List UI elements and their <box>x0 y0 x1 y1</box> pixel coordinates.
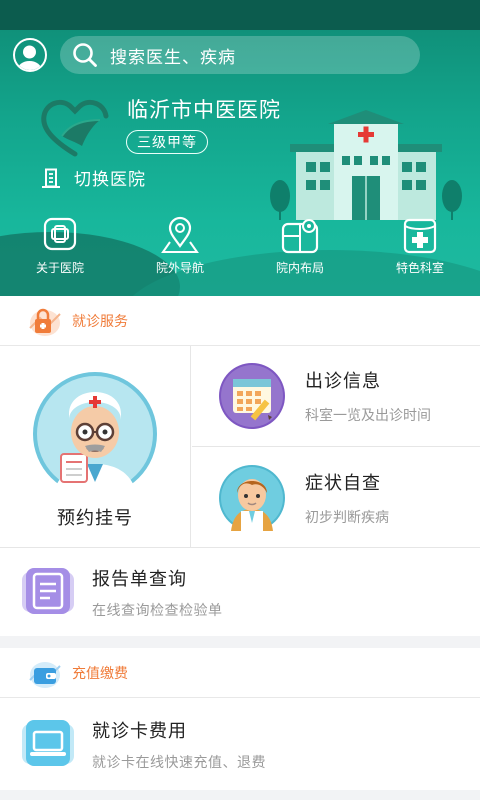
consult-section-header: 就诊服务 <box>0 296 480 346</box>
hospital-logo-icon <box>41 99 109 157</box>
schedule-info-title: 出诊信息 <box>305 371 381 392</box>
quick-nav-label: 特色科室 <box>395 261 444 275</box>
quick-nav: 关于医院 院外导航 院内布局 特色科室 <box>0 216 480 280</box>
user-icon <box>17 45 42 70</box>
quick-nav-label: 关于医院 <box>35 261 84 275</box>
floor-map-icon <box>281 219 319 254</box>
report-query-card[interactable]: 报告单查询 在线查询检查检验单 <box>0 548 480 636</box>
switch-hospital-button[interactable]: 切换医院 <box>42 165 146 190</box>
calendar-icon <box>219 363 285 429</box>
consult-section-title: 就诊服务 <box>72 313 128 330</box>
appointment-register-label: 预约挂号 <box>57 508 133 529</box>
schedule-info-subtitle: 科室一览及出诊时间 <box>305 408 431 424</box>
quick-nav-indoor-layout[interactable]: 院内布局 <box>240 216 360 280</box>
card-fee-subtitle: 就诊卡在线快速充值、退费 <box>92 754 266 771</box>
switch-hospital-label: 切换医院 <box>74 170 146 190</box>
medical-kit-icon <box>403 218 437 254</box>
card-fee-card[interactable]: 就诊卡费用 就诊卡在线快速充值、退费 <box>0 698 480 790</box>
status-bar <box>0 0 480 30</box>
hospital-building-illustration <box>270 110 462 220</box>
map-pin-icon <box>161 216 199 253</box>
consult-services-grid: 预约挂号 出诊信息 科室一览及出诊时间 症状自查 初步判断疾病 <box>0 346 480 548</box>
quick-nav-label: 院内布局 <box>275 261 324 275</box>
building-list-icon <box>42 168 60 188</box>
lock-icon <box>29 308 61 336</box>
quick-nav-featured-departments[interactable]: 特色科室 <box>360 216 480 280</box>
wallet-icon <box>29 661 61 688</box>
quick-nav-about-hospital[interactable]: 关于医院 <box>0 216 120 280</box>
search-placeholder: 搜索医生、疾病 <box>110 47 236 68</box>
symptom-check-subtitle: 初步判断疾病 <box>305 509 389 526</box>
appointment-register-card[interactable]: 预约挂号 <box>0 346 191 548</box>
laptop-card-icon <box>22 720 74 766</box>
search-icon <box>73 43 97 67</box>
user-avatar-button[interactable] <box>13 38 47 72</box>
hospital-name: 临沂市中医医院 <box>127 98 281 122</box>
report-document-icon <box>22 568 74 614</box>
hospital-level-badge: 三级甲等 <box>126 130 208 154</box>
patient-icon <box>219 464 285 531</box>
report-query-title: 报告单查询 <box>92 568 187 590</box>
report-query-subtitle: 在线查询检查检验单 <box>92 602 223 619</box>
symptom-check-card[interactable]: 症状自查 初步判断疾病 <box>192 447 480 548</box>
quick-nav-outdoor-navigation[interactable]: 院外导航 <box>120 216 240 280</box>
hospital-cross-icon <box>43 217 77 251</box>
symptom-check-title: 症状自查 <box>305 472 381 494</box>
search-input[interactable]: 搜索医生、疾病 <box>60 36 420 74</box>
schedule-info-card[interactable]: 出诊信息 科室一览及出诊时间 <box>192 346 480 447</box>
payment-section-header: 充值缴费 <box>0 648 480 698</box>
hospital-header: 搜索医生、疾病 临沂市中医医院 三级甲等 切换医院 关于医院 院外导航 院内布局… <box>0 0 480 296</box>
doctor-icon <box>33 372 157 496</box>
payment-section-title: 充值缴费 <box>72 665 128 682</box>
quick-nav-label: 院外导航 <box>155 261 204 275</box>
card-fee-title: 就诊卡费用 <box>92 720 187 742</box>
